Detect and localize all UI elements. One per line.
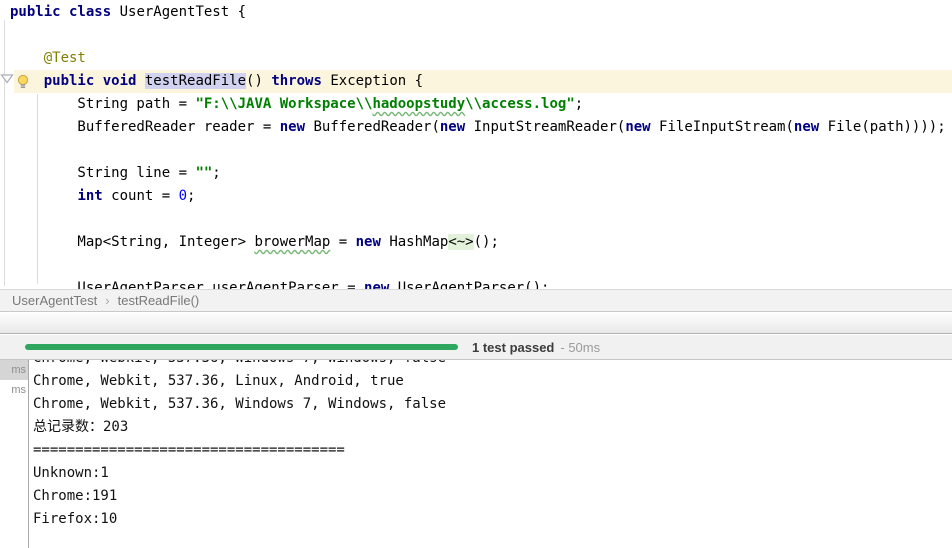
lightbulb-icon[interactable] xyxy=(16,74,30,90)
test-duration-label: - 50ms xyxy=(560,340,600,355)
code-token: public class xyxy=(10,4,111,20)
console-line: 总记录数：203 xyxy=(33,416,952,439)
code-line[interactable] xyxy=(0,139,952,162)
code-token: Exception { xyxy=(322,73,423,89)
code-token: browerMap xyxy=(254,234,330,250)
code-token: testReadFile xyxy=(145,73,246,89)
code-token: = xyxy=(330,234,355,250)
code-line[interactable]: String path = "F:\\JAVA Workspace\\hadoo… xyxy=(0,93,952,116)
code-token xyxy=(136,73,144,89)
code-line[interactable]: public class UserAgentTest { xyxy=(0,1,952,24)
console-line: Unknown:1 xyxy=(33,462,952,485)
code-token: () xyxy=(246,73,271,89)
code-token: FileInputStream( xyxy=(651,119,794,135)
code-token: new xyxy=(625,119,650,135)
code-line[interactable]: public void testReadFile() throws Except… xyxy=(0,70,952,93)
code-token: UserAgentTest { xyxy=(111,4,246,20)
code-token: \\access.log" xyxy=(465,96,575,112)
code-token xyxy=(10,50,44,66)
console-line: Chrome, Webkit, 537.36, Linux, Android, … xyxy=(33,370,952,393)
code-token: new xyxy=(356,234,381,250)
code-token: ; xyxy=(575,96,583,112)
breadcrumb-method[interactable]: testReadFile() xyxy=(118,293,200,308)
code-token: new xyxy=(280,119,305,135)
code-token: 0 xyxy=(179,188,187,204)
code-token: BufferedReader reader = xyxy=(10,119,280,135)
code-editor[interactable]: public class UserAgentTest { @Test publi… xyxy=(0,0,952,289)
console-line: Firefox:10 xyxy=(33,508,952,531)
code-token: throws xyxy=(271,73,322,89)
chevron-right-icon: › xyxy=(105,293,109,308)
code-token: ; xyxy=(212,165,220,181)
code-line[interactable]: String line = ""; xyxy=(0,162,952,185)
console-output: Chrome, Webkit, 537.36, Windows 7, Windo… xyxy=(33,360,952,531)
code-token: new xyxy=(440,119,465,135)
breadcrumb-class[interactable]: UserAgentTest xyxy=(12,293,97,308)
console-line: Chrome, Webkit, 537.36, Windows 7, Windo… xyxy=(33,393,952,416)
code-token: File(path)))); xyxy=(819,119,945,135)
code-token: UserAgentParser(); xyxy=(389,280,549,289)
code-token: String line = xyxy=(10,165,195,181)
code-line[interactable] xyxy=(0,208,952,231)
code-token: ; xyxy=(187,188,195,204)
code-token: HashMap xyxy=(381,234,448,250)
console-panel[interactable]: Chrome, Webkit, 537.36, Windows 7, Windo… xyxy=(0,360,952,548)
code-line[interactable]: BufferedReader reader = new BufferedRead… xyxy=(0,116,952,139)
code-line[interactable]: Map<String, Integer> browerMap = new Has… xyxy=(0,231,952,254)
test-tree-row[interactable]: ms xyxy=(0,360,28,380)
code-token: new xyxy=(364,280,389,289)
test-tree-row[interactable]: ms xyxy=(0,380,28,400)
code-lines: public class UserAgentTest { @Test publi… xyxy=(0,1,952,289)
test-status-bar: 1 test passed - 50ms xyxy=(0,335,952,360)
test-passed-label: 1 test passed xyxy=(472,340,554,355)
console-line: Chrome:191 xyxy=(33,485,952,508)
console-line: ===================================== xyxy=(33,439,952,462)
code-token: "F:\\JAVA Workspace\\ xyxy=(195,96,372,112)
code-token: (); xyxy=(474,234,499,250)
code-token: @Test xyxy=(44,50,86,66)
code-line[interactable] xyxy=(0,24,952,47)
test-runner-toolbar xyxy=(0,313,952,334)
code-line[interactable]: UserAgentParser userAgentParser = new Us… xyxy=(0,277,952,289)
code-line[interactable]: int count = 0; xyxy=(0,185,952,208)
code-line[interactable] xyxy=(0,254,952,277)
code-token: count = xyxy=(103,188,179,204)
code-token: "" xyxy=(195,165,212,181)
code-token: hadoopstudy xyxy=(372,96,465,112)
code-token: BufferedReader( xyxy=(305,119,440,135)
code-token: String path = xyxy=(10,96,195,112)
breadcrumb: UserAgentTest › testReadFile() xyxy=(0,289,952,312)
code-token: InputStreamReader( xyxy=(465,119,625,135)
code-token: UserAgentParser userAgentParser = xyxy=(10,280,364,289)
test-tree-strip: msms xyxy=(0,360,29,548)
fold-arrow-icon[interactable] xyxy=(0,73,14,85)
code-token: Map<String, Integer> xyxy=(10,234,254,250)
code-token: public void xyxy=(44,73,137,89)
code-token: new xyxy=(794,119,819,135)
code-token: int xyxy=(77,188,102,204)
ide-window: public class UserAgentTest { @Test publi… xyxy=(0,0,952,548)
test-progress-bar xyxy=(25,344,458,350)
code-line[interactable]: @Test xyxy=(0,47,952,70)
code-token xyxy=(10,188,77,204)
console-line: Chrome, Webkit, 537.36, Windows 7, Windo… xyxy=(33,360,952,370)
code-token: <~> xyxy=(448,234,473,250)
